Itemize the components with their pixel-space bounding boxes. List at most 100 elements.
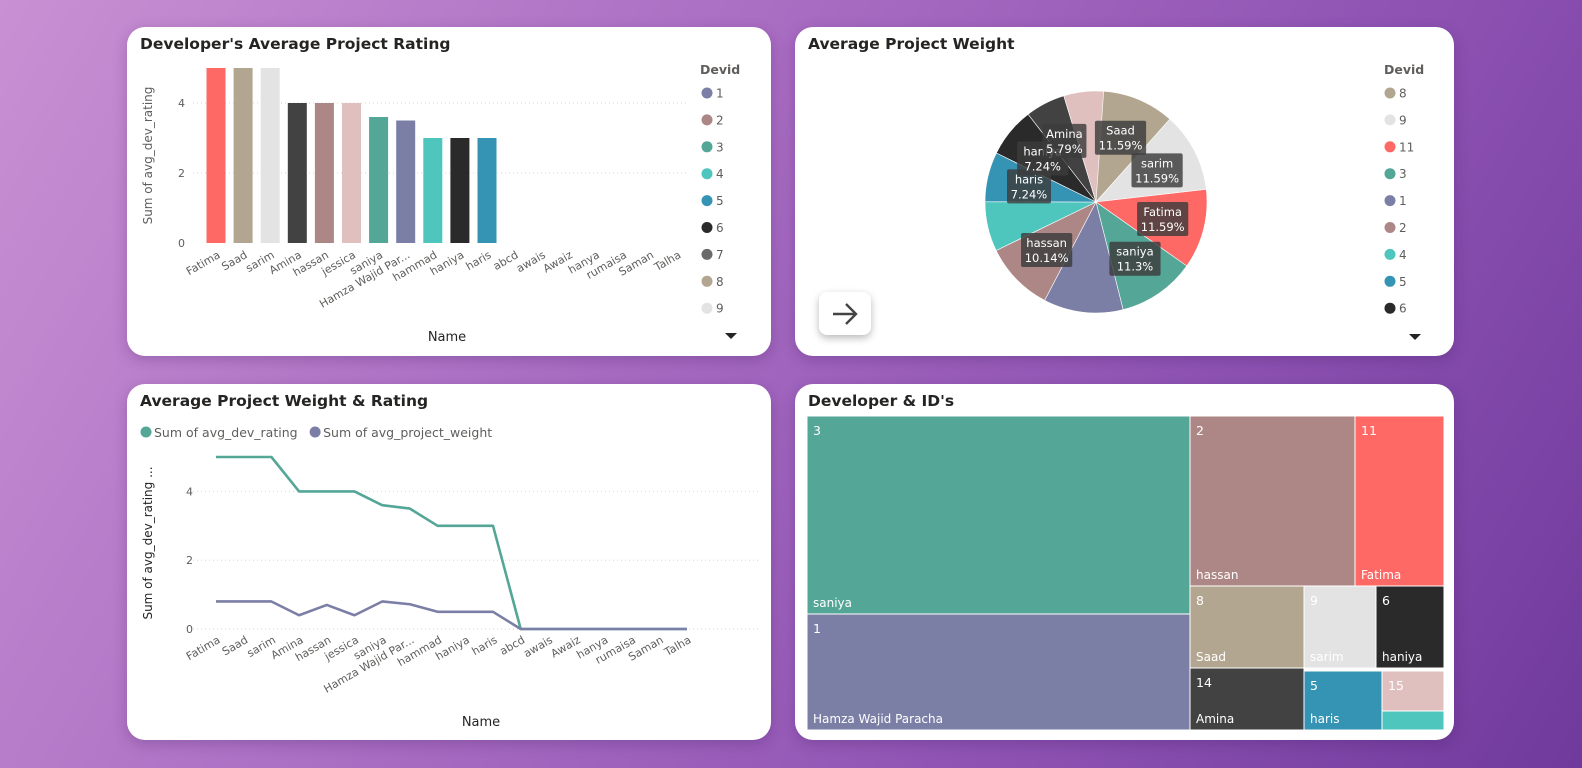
legend-scroll-down-icon[interactable] xyxy=(725,333,737,339)
arrow-right-icon xyxy=(833,302,858,325)
legend-label[interactable]: Sum of avg_dev_rating xyxy=(154,425,298,440)
pie-data-label-percent: 10.14% xyxy=(1025,251,1069,265)
pie-chart-card: Average Project Weight Saad 11.59% sarim 11… xyxy=(795,27,1454,356)
legend-label[interactable]: 9 xyxy=(716,302,724,316)
treemap-cell-id: 1 xyxy=(813,621,821,636)
legend-marker xyxy=(701,168,713,180)
x-tick-label: haris xyxy=(464,248,494,273)
pie-data-label-name: Amina xyxy=(1046,127,1083,141)
legend-marker xyxy=(701,275,713,287)
x-tick-label: Talha xyxy=(661,633,693,659)
legend-label[interactable]: 2 xyxy=(1399,221,1407,235)
pie-data-label-name: Fatima xyxy=(1143,205,1182,219)
x-tick-label: abcd xyxy=(498,633,528,658)
treemap-cell-name: Saad xyxy=(1196,650,1226,664)
bar[interactable] xyxy=(477,138,497,243)
legend-marker xyxy=(309,426,321,438)
treemap-cell-name: hassan xyxy=(1196,568,1238,582)
treemap-cell-id: 8 xyxy=(1196,593,1204,608)
legend-label[interactable]: 8 xyxy=(1399,87,1407,101)
legend-label[interactable]: 9 xyxy=(1399,113,1407,127)
bar[interactable] xyxy=(396,120,416,244)
pie-data-label-percent: 7.24% xyxy=(1011,187,1048,201)
bar[interactable] xyxy=(423,138,443,243)
legend-marker xyxy=(701,302,713,314)
treemap-card: Developer & ID's 3 saniya 1 Hamza Wajid Par… xyxy=(795,384,1454,740)
bar[interactable] xyxy=(260,68,280,243)
x-axis-title: Name xyxy=(428,330,466,345)
y-tick-label: 4 xyxy=(186,485,193,498)
treemap-cell-id: 14 xyxy=(1196,675,1212,690)
legend-label[interactable]: 2 xyxy=(716,113,724,127)
bar[interactable] xyxy=(314,103,334,243)
treemap-cell[interactable] xyxy=(1354,415,1445,587)
legend-marker xyxy=(701,248,713,260)
pie-data-label-percent: 5.79% xyxy=(1046,142,1083,156)
treemap-cell-id: 6 xyxy=(1382,593,1390,608)
legend-label[interactable]: 4 xyxy=(716,167,724,181)
legend-label[interactable]: 6 xyxy=(1399,302,1407,316)
pie-data-label-percent: 11.59% xyxy=(1099,139,1143,153)
legend-label[interactable]: Sum of avg_project_weight xyxy=(323,425,492,440)
legend-marker xyxy=(140,426,152,438)
y-tick-label: 0 xyxy=(186,623,193,636)
pie-data-label-percent: 11.59% xyxy=(1141,220,1185,234)
series-line[interactable] xyxy=(216,455,687,631)
x-tick-label: Fatima xyxy=(184,633,222,663)
legend-marker xyxy=(1384,248,1396,260)
legend-label[interactable]: 5 xyxy=(1399,275,1407,289)
legend-label[interactable]: 8 xyxy=(716,275,724,289)
y-axis-title: Sum of avg_dev_rating xyxy=(141,87,155,225)
legend-label[interactable]: 6 xyxy=(716,221,724,235)
bar[interactable] xyxy=(369,117,389,243)
bar[interactable] xyxy=(287,103,307,243)
pie-data-label-name: saniya xyxy=(1116,245,1153,259)
treemap-cell-id: 15 xyxy=(1388,678,1404,693)
x-tick-label: Talha xyxy=(651,248,683,274)
legend-marker xyxy=(1384,195,1396,207)
legend-marker xyxy=(1384,222,1396,233)
pie-data-label-percent: 11.59% xyxy=(1135,171,1179,185)
legend-title: Devid xyxy=(700,62,740,77)
legend-scroll-down-icon[interactable] xyxy=(1409,334,1421,340)
bar[interactable] xyxy=(450,138,470,243)
treemap-cell-id: 11 xyxy=(1361,423,1377,438)
y-tick-label: 4 xyxy=(178,97,185,110)
treemap-cell-id: 9 xyxy=(1310,593,1318,608)
x-tick-label: awais xyxy=(514,248,548,275)
bar[interactable] xyxy=(233,68,253,243)
legend-marker xyxy=(1384,114,1396,126)
pie-data-label-percent: 7.24% xyxy=(1024,159,1061,173)
legend-label[interactable]: 11 xyxy=(1399,140,1414,154)
x-tick-label: Fatima xyxy=(184,248,222,278)
legend-title: Devid xyxy=(1384,62,1424,77)
legend-label[interactable]: 3 xyxy=(716,140,724,154)
next-page-button[interactable] xyxy=(819,292,871,335)
legend-label[interactable]: 5 xyxy=(716,194,724,208)
legend-label[interactable]: 1 xyxy=(716,87,724,101)
legend-marker xyxy=(701,141,713,153)
pie-data-label-name: hassan xyxy=(1026,236,1067,250)
legend-label[interactable]: 4 xyxy=(1399,248,1407,262)
legend-marker xyxy=(701,87,713,99)
x-tick-label: Saad xyxy=(219,248,249,273)
pie-data-label-percent: 11.3% xyxy=(1117,260,1154,274)
treemap-cell[interactable] xyxy=(806,415,1191,615)
legend-label[interactable]: 7 xyxy=(716,248,724,262)
legend-marker xyxy=(1384,275,1396,287)
bar-chart-card: Developer's Average Project Rating 0 2 4 Su… xyxy=(127,27,771,356)
bar-chart: 024Sum of avg_dev_ratingFatimaSaadsarimA… xyxy=(141,62,740,345)
y-axis-title: Sum of avg_dev_rating ... xyxy=(141,466,155,619)
series-line[interactable] xyxy=(216,600,687,631)
bar[interactable] xyxy=(206,68,226,243)
treemap-cell[interactable] xyxy=(1381,710,1445,731)
treemap-cell-name: Hamza Wajid Paracha xyxy=(813,712,943,726)
legend-label[interactable]: 3 xyxy=(1399,167,1407,181)
treemap-cell-name: sarim xyxy=(1310,650,1344,664)
bar[interactable] xyxy=(342,103,361,243)
treemap-cell[interactable] xyxy=(1189,415,1356,587)
x-axis-title: Name xyxy=(462,715,500,730)
legend-label[interactable]: 1 xyxy=(1399,194,1407,208)
y-tick-label: 2 xyxy=(178,167,185,180)
legend-marker xyxy=(701,222,713,233)
